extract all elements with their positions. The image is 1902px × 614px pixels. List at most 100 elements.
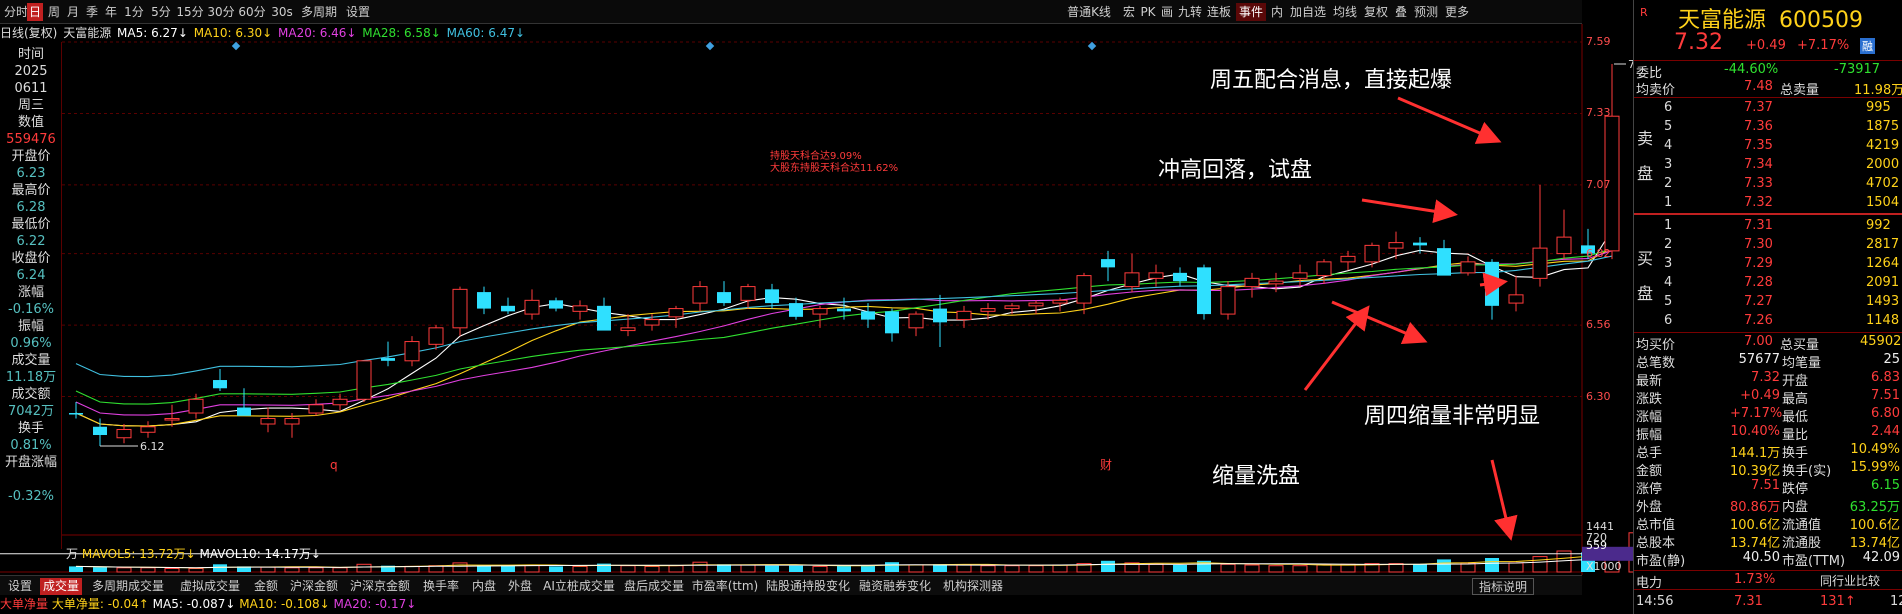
candle[interactable]: [765, 283, 779, 309]
toolbar-right-item-0[interactable]: 普通K线: [1060, 3, 1118, 21]
toolbar-right-item-12[interactable]: 预测: [1412, 3, 1440, 21]
candle[interactable]: [1220, 281, 1236, 320]
indicator-help-button[interactable]: 指标说明: [1472, 578, 1534, 595]
indicator-tab-2[interactable]: 多周期成交量: [86, 578, 170, 595]
toolbar-tab-2[interactable]: 周: [46, 3, 62, 21]
candle[interactable]: [1556, 209, 1572, 260]
toolbar-tab-1[interactable]: 日: [27, 3, 43, 21]
toolbar-right-item-13[interactable]: 更多: [1443, 3, 1471, 21]
candle[interactable]: [572, 300, 588, 320]
candle[interactable]: [452, 286, 468, 337]
candle[interactable]: [356, 360, 372, 403]
sell-level-3-num: 3: [1664, 157, 1673, 172]
toolbar-right-item-9[interactable]: 均线: [1331, 3, 1359, 21]
sell-level-0-num: 6: [1664, 100, 1673, 115]
candle[interactable]: [668, 305, 684, 328]
candle[interactable]: [308, 399, 324, 416]
toolbar-tab-10[interactable]: 60分: [238, 3, 266, 21]
candle[interactable]: [692, 281, 708, 312]
candle[interactable]: [789, 297, 803, 320]
candle[interactable]: [549, 297, 563, 312]
toolbar-right-item-8[interactable]: 加自选: [1288, 3, 1328, 21]
candle[interactable]: [524, 289, 540, 320]
toolbar-right-item-10[interactable]: 复权: [1362, 3, 1390, 21]
candle[interactable]: [237, 388, 251, 416]
candle[interactable]: [1532, 184, 1548, 287]
toolbar-tab-5[interactable]: 年: [103, 3, 119, 21]
margin-tag[interactable]: 融: [1860, 38, 1875, 54]
candle[interactable]: [1173, 267, 1187, 287]
toolbar-tab-9[interactable]: 30分: [207, 3, 235, 21]
toolbar-right-item-7[interactable]: 内: [1269, 3, 1285, 21]
candle[interactable]: [260, 407, 276, 433]
industry-compare-link[interactable]: 同行业比较: [1820, 572, 1880, 589]
candle[interactable]: [717, 281, 731, 306]
candle[interactable]: [1364, 242, 1380, 268]
event-marker-report[interactable]: 财: [1100, 456, 1112, 473]
candle[interactable]: [1292, 264, 1308, 287]
toolbar-tab-4[interactable]: 季: [84, 3, 100, 21]
toolbar-tab-13[interactable]: 设置: [343, 3, 373, 21]
candle[interactable]: [381, 341, 395, 367]
candle[interactable]: [885, 308, 899, 342]
toolbar-tab-3[interactable]: 月: [65, 3, 81, 21]
candle[interactable]: [837, 297, 851, 320]
toolbar-tab-0[interactable]: 分时: [4, 3, 28, 21]
toolbar-right-item-1[interactable]: 宏: [1121, 3, 1137, 21]
toolbar-tab-11[interactable]: 30s: [269, 3, 295, 21]
candle[interactable]: [404, 336, 420, 367]
candle[interactable]: [908, 311, 924, 337]
candle[interactable]: [93, 418, 107, 446]
toolbar-right-item-5[interactable]: 连板: [1205, 3, 1233, 21]
candle[interactable]: [1460, 256, 1476, 276]
candle[interactable]: [812, 305, 828, 328]
toolbar-tab-7[interactable]: 5分: [149, 3, 173, 21]
toolbar-right-item-11[interactable]: 叠: [1393, 3, 1409, 21]
indicator-tab-4[interactable]: 金额: [250, 578, 282, 595]
toolbar-tab-6[interactable]: 1分: [122, 3, 146, 21]
candle[interactable]: [1101, 250, 1115, 282]
candle[interactable]: [116, 424, 132, 444]
candle[interactable]: [956, 305, 972, 328]
candle[interactable]: [1268, 272, 1284, 293]
toolbar-right-item-2[interactable]: PK: [1140, 3, 1156, 21]
indicator-tab-10[interactable]: AI立桩成交量: [540, 578, 618, 595]
indicator-tab-9[interactable]: 外盘: [504, 578, 536, 595]
toolbar-right-item-6[interactable]: 事件: [1236, 3, 1266, 21]
candle[interactable]: [140, 421, 156, 438]
candle[interactable]: [1485, 259, 1499, 320]
indicator-tab-0[interactable]: 设置: [4, 578, 36, 595]
leftpanel-label-9: 涨幅: [17, 285, 44, 300]
event-marker-q[interactable]: q: [330, 458, 338, 472]
toolbar-right-item-4[interactable]: 九转: [1178, 3, 1202, 21]
candle[interactable]: [1197, 264, 1211, 320]
candle[interactable]: [597, 297, 611, 331]
toolbar-right-item-3[interactable]: 画: [1159, 3, 1175, 21]
indicator-tab-15[interactable]: 机构探测器: [938, 578, 1008, 595]
candle[interactable]: [477, 286, 491, 315]
indicator-tab-5[interactable]: 沪深金额: [286, 578, 342, 595]
candle[interactable]: [1124, 253, 1140, 293]
candle[interactable]: [933, 294, 947, 348]
toolbar-tab-8[interactable]: 15分: [176, 3, 204, 21]
ma20-line: [75, 250, 1613, 416]
indicator-tab-14[interactable]: 融资融券变化: [856, 578, 934, 595]
candle[interactable]: [740, 283, 756, 309]
candle[interactable]: [1508, 275, 1524, 312]
indicator-tab-13[interactable]: 陆股通持股变化: [764, 578, 852, 595]
indicator-tab-3[interactable]: 虚拟成交量: [174, 578, 246, 595]
candle[interactable]: [1244, 272, 1260, 298]
annotation-arrow: [1397, 96, 1502, 144]
candle[interactable]: [1604, 63, 1620, 260]
candle[interactable]: [501, 297, 515, 315]
candle[interactable]: [213, 369, 227, 392]
indicator-tab-12[interactable]: 市盈率(ttm): [690, 578, 760, 595]
candle[interactable]: [1437, 239, 1451, 276]
candle[interactable]: [1028, 300, 1044, 315]
indicator-tab-1[interactable]: 成交量: [40, 578, 82, 595]
indicator-tab-7[interactable]: 换手率: [418, 578, 464, 595]
toolbar-tab-12[interactable]: 多周期: [298, 3, 340, 21]
indicator-tab-8[interactable]: 内盘: [468, 578, 500, 595]
indicator-tab-6[interactable]: 沪深京金额: [346, 578, 414, 595]
indicator-tab-11[interactable]: 盘后成交量: [622, 578, 686, 595]
